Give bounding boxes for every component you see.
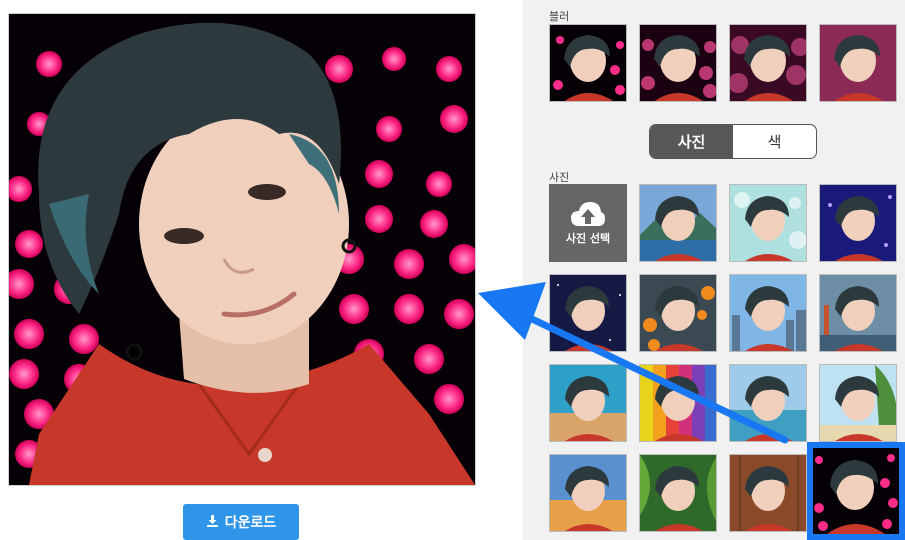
photo-option-bridge[interactable] [819, 274, 897, 352]
photo-option-city-skyline[interactable] [729, 274, 807, 352]
photo-option-sunset-sky[interactable] [549, 454, 627, 532]
toggle-photo[interactable]: 사진 [650, 125, 733, 158]
cloud-upload-icon [571, 202, 605, 226]
toggle-color[interactable]: 색 [733, 125, 816, 158]
photo-option-flowers[interactable] [639, 274, 717, 352]
preview-pane: 다운로드 [0, 0, 523, 540]
download-icon [206, 514, 219, 530]
blur-section-label: 블러 [549, 10, 570, 23]
photo-option-beach-waves[interactable] [729, 364, 807, 442]
download-button[interactable]: 다운로드 [183, 504, 299, 540]
blur-option-4[interactable] [819, 24, 897, 102]
download-label: 다운로드 [224, 514, 277, 530]
upload-photo-label: 사진 선택 [565, 232, 611, 245]
background-type-toggle: 사진 색 [649, 124, 817, 159]
photo-option-purple-glow[interactable] [819, 184, 897, 262]
blur-option-3[interactable] [729, 24, 807, 102]
blur-option-1[interactable] [549, 24, 627, 102]
portrait-preview [9, 14, 475, 485]
photo-option-seaside-town[interactable] [549, 364, 627, 442]
photo-option-mountain-lake[interactable] [639, 184, 717, 262]
photo-option-brown-wall[interactable] [729, 454, 807, 532]
options-panel: 블러 사진 색 사진 사진 선택 [523, 0, 905, 540]
photo-option-galaxy[interactable] [549, 274, 627, 352]
photo-option-tropical-beach[interactable] [819, 364, 897, 442]
preview-image [8, 13, 476, 486]
photo-option-pink-dots-selected[interactable] [807, 442, 905, 540]
photo-option-rainbow[interactable] [639, 364, 717, 442]
photo-section-label: 사진 [549, 171, 570, 184]
photo-option-bokeh[interactable] [729, 184, 807, 262]
blur-option-2[interactable] [639, 24, 717, 102]
upload-photo-button[interactable]: 사진 선택 [549, 184, 627, 262]
photo-option-jungle[interactable] [639, 454, 717, 532]
